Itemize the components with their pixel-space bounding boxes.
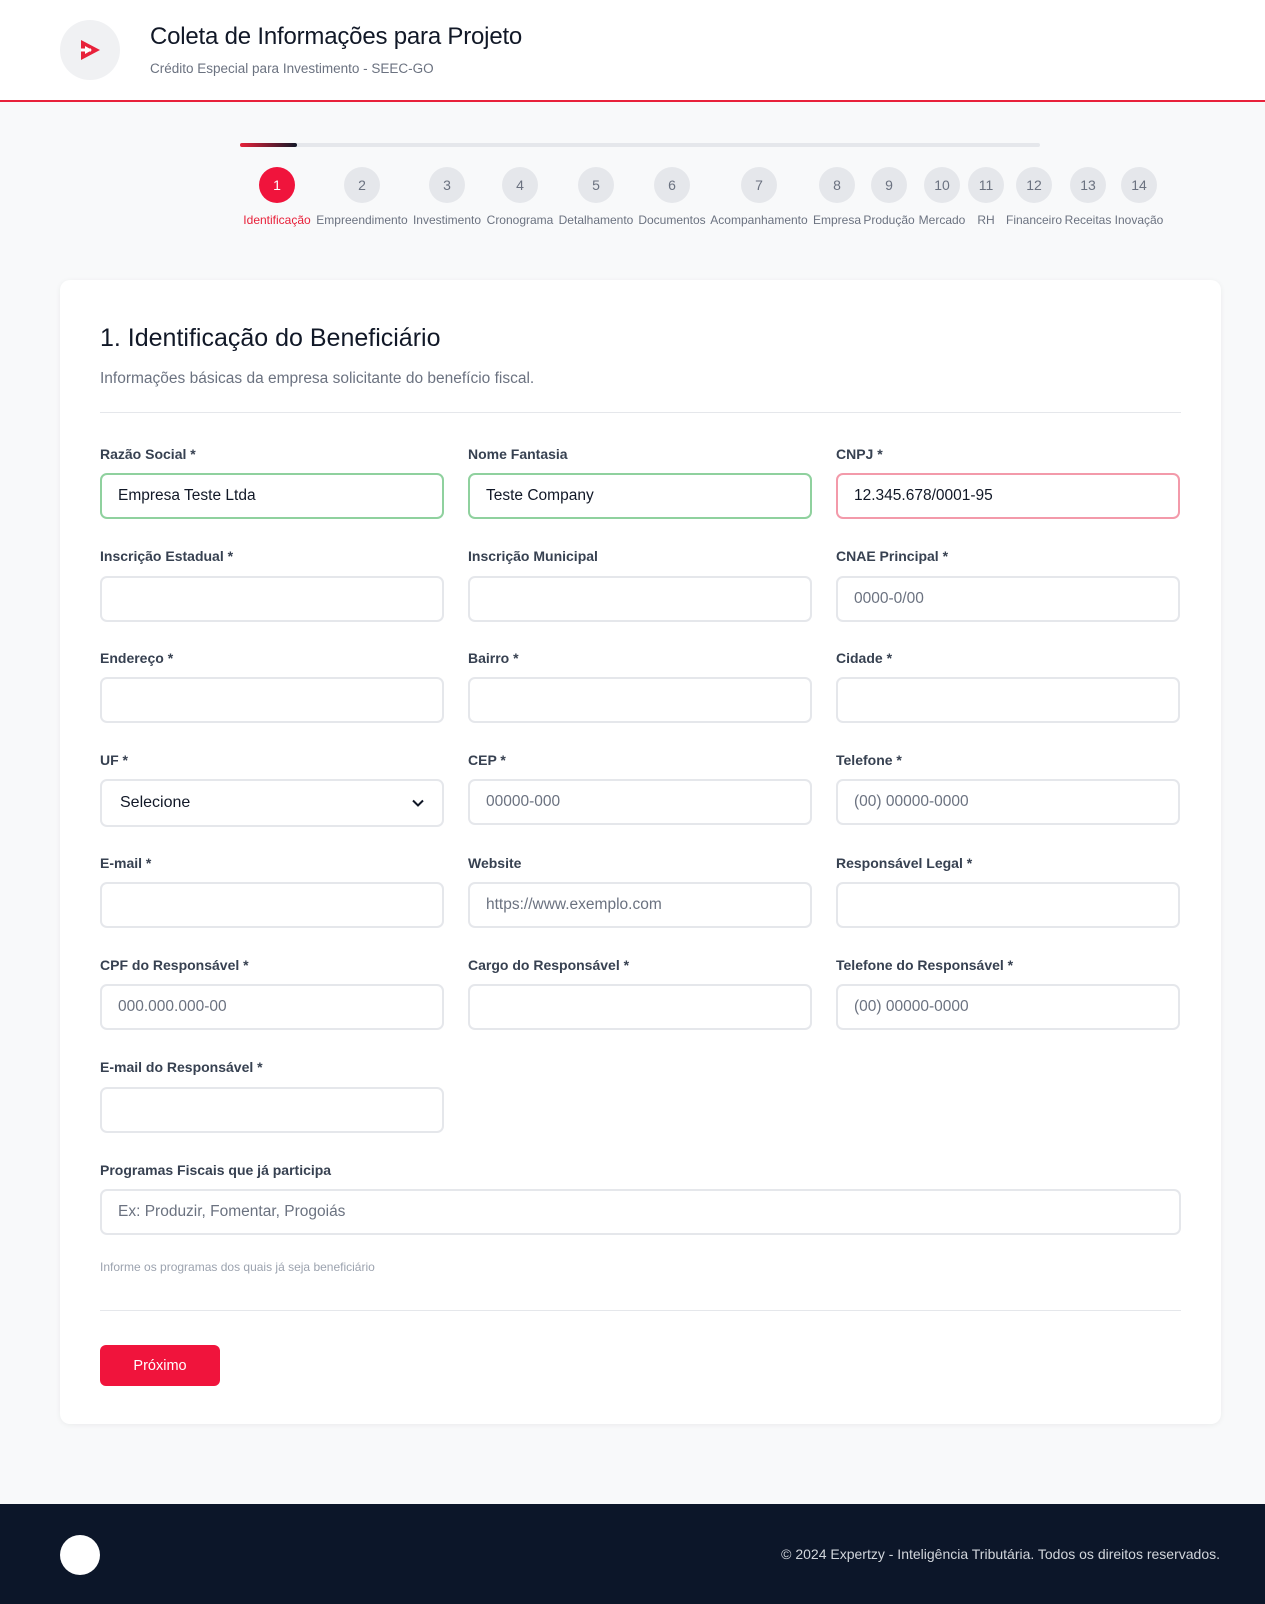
step-1-indicator[interactable]: 1 [259,167,295,203]
endereco-label: Endereço * [100,650,174,666]
inscricao-municipal-label: Inscrição Municipal [468,548,598,564]
section-divider [100,412,1181,413]
page-footer: © 2024 Expertzy - Inteligência Tributári… [0,1504,1265,1604]
page-title: Coleta de Informações para Projeto [150,23,523,50]
uf-selected-value: Selecione [120,794,191,811]
progress-track [240,143,1040,147]
step-13-label[interactable]: Receitas [1065,213,1112,227]
bairro-input[interactable] [468,677,812,723]
telefone-label: Telefone * [836,752,902,768]
step-2-label[interactable]: Empreendimento [316,213,407,227]
uf-select[interactable]: Selecione [100,779,444,827]
step-10-indicator[interactable]: 10 [924,167,960,203]
responsavel-legal-label: Responsável Legal * [836,855,973,871]
app-logo [60,20,120,80]
cargo-responsavel-input[interactable] [468,984,812,1030]
cidade-input[interactable] [836,677,1180,723]
inscricao-estadual-label: Inscrição Estadual * [100,548,234,564]
nome-fantasia-input[interactable] [468,473,812,519]
cidade-label: Cidade * [836,650,893,666]
step-7-label[interactable]: Acompanhamento [710,213,807,227]
email-responsavel-input[interactable] [100,1087,444,1133]
email-responsavel-label: E-mail do Responsável * [100,1059,263,1075]
endereco-input[interactable] [100,677,444,723]
section-title: 1. Identificação do Beneficiário [100,324,441,352]
programas-fiscais-label: Programas Fiscais que já participa [100,1162,332,1178]
step-7-indicator[interactable]: 7 [741,167,777,203]
email-label: E-mail * [100,855,152,871]
step-9-label[interactable]: Produção [863,213,914,227]
nome-fantasia-label: Nome Fantasia [468,446,568,462]
step-4-indicator[interactable]: 4 [502,167,538,203]
responsavel-legal-input[interactable] [836,882,1180,928]
cpf-responsavel-label: CPF do Responsável * [100,957,249,973]
website-label: Website [468,855,522,871]
progress-fill [240,143,297,147]
step-8-label[interactable]: Empresa [813,213,861,227]
actions-divider [100,1310,1181,1311]
telefone-responsavel-label: Telefone do Responsável * [836,957,1014,973]
inscricao-estadual-input[interactable] [100,576,444,622]
telefone-responsavel-input[interactable] [836,984,1180,1030]
cep-label: CEP * [468,752,506,768]
programas-fiscais-input[interactable] [100,1189,1181,1235]
cnpj-input[interactable] [836,473,1180,519]
section-description: Informações básicas da empresa solicitan… [100,370,535,387]
step-11-indicator[interactable]: 11 [968,167,1004,203]
step-12-label[interactable]: Financeiro [1006,213,1062,227]
email-input[interactable] [100,882,444,928]
step-10-label[interactable]: Mercado [919,213,966,227]
cnpj-label: CNPJ * [836,446,883,462]
telefone-input[interactable] [836,779,1180,825]
step-6-indicator[interactable]: 6 [654,167,690,203]
play-logo-icon [81,40,100,60]
step-6-label[interactable]: Documentos [638,213,705,227]
step-8-indicator[interactable]: 8 [819,167,855,203]
step-3-label[interactable]: Investimento [413,213,481,227]
step-3-indicator[interactable]: 3 [429,167,465,203]
razao-social-label: Razão Social * [100,446,196,462]
cnae-label: CNAE Principal * [836,548,949,564]
next-button[interactable]: Próximo [100,1345,220,1386]
step-9-indicator[interactable]: 9 [871,167,907,203]
bairro-label: Bairro * [468,650,519,666]
footer-logo [60,1535,100,1575]
step-1-label[interactable]: Identificação [243,213,310,227]
cnae-input[interactable] [836,576,1180,622]
chevron-down-icon [412,799,424,807]
footer-copyright: © 2024 Expertzy - Inteligência Tributári… [781,1546,1220,1562]
step-11-label[interactable]: RH [977,213,994,227]
website-input[interactable] [468,882,812,928]
cep-input[interactable] [468,779,812,825]
step-13-indicator[interactable]: 13 [1070,167,1106,203]
cargo-responsavel-label: Cargo do Responsável * [468,957,630,973]
page-subtitle: Crédito Especial para Investimento - SEE… [150,61,434,76]
razao-social-input[interactable] [100,473,444,519]
step-12-indicator[interactable]: 12 [1016,167,1052,203]
step-5-label[interactable]: Detalhamento [559,213,634,227]
inscricao-municipal-input[interactable] [468,576,812,622]
cpf-responsavel-input[interactable] [100,984,444,1030]
step-2-indicator[interactable]: 2 [344,167,380,203]
programas-fiscais-hint: Informe os programas dos quais já seja b… [100,1260,375,1274]
step-14-indicator[interactable]: 14 [1121,167,1157,203]
step-14-label[interactable]: Inovação [1115,213,1164,227]
step-4-label[interactable]: Cronograma [487,213,554,227]
page-header: Coleta de Informações para Projeto Crédi… [0,0,1265,102]
step-5-indicator[interactable]: 5 [578,167,614,203]
uf-label: UF * [100,752,128,768]
form-card: 1. Identificação do Beneficiário Informa… [60,280,1221,1424]
